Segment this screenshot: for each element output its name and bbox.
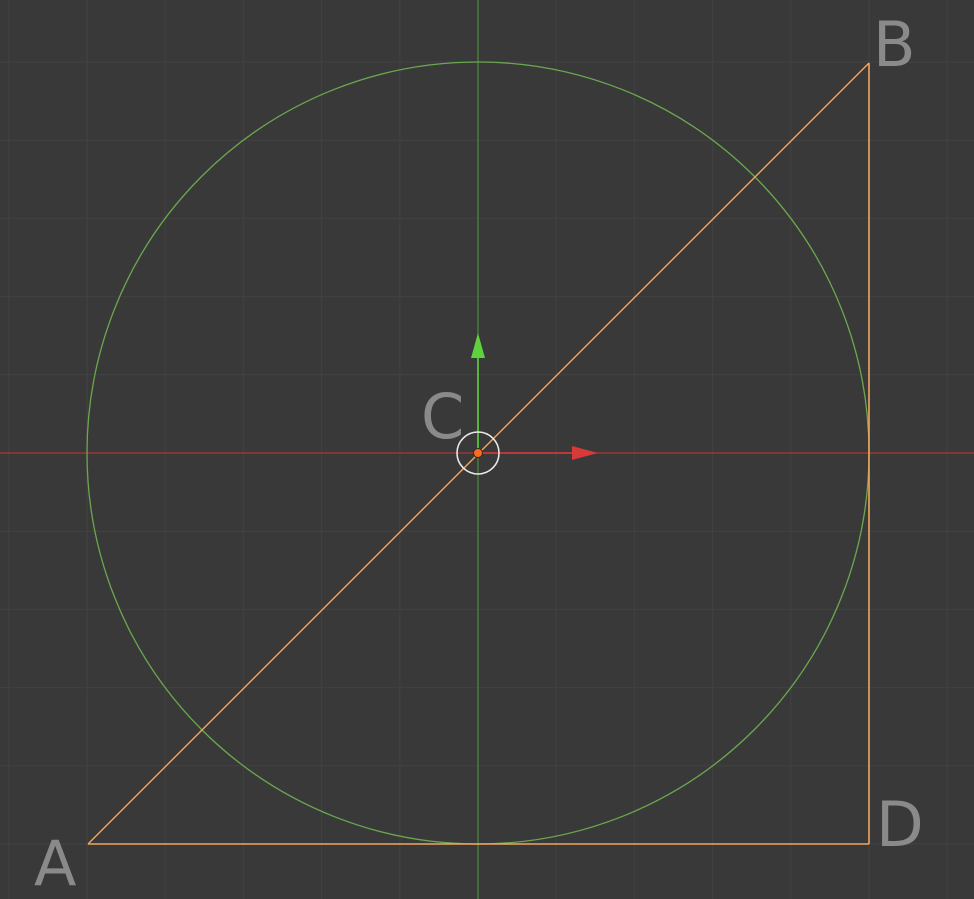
origin-dot[interactable] <box>473 448 483 458</box>
vertex-label-a: A <box>34 827 76 899</box>
3d-viewport[interactable]: A B C D <box>0 0 974 899</box>
vertex-label-d: D <box>876 788 924 861</box>
grid <box>0 0 974 899</box>
viewport-canvas[interactable]: A B C D <box>0 0 974 899</box>
y-arrow-icon[interactable] <box>471 333 485 358</box>
vertex-label-b: B <box>873 8 916 81</box>
x-arrow-icon[interactable] <box>572 446 598 460</box>
vertex-label-c: C <box>421 380 464 453</box>
